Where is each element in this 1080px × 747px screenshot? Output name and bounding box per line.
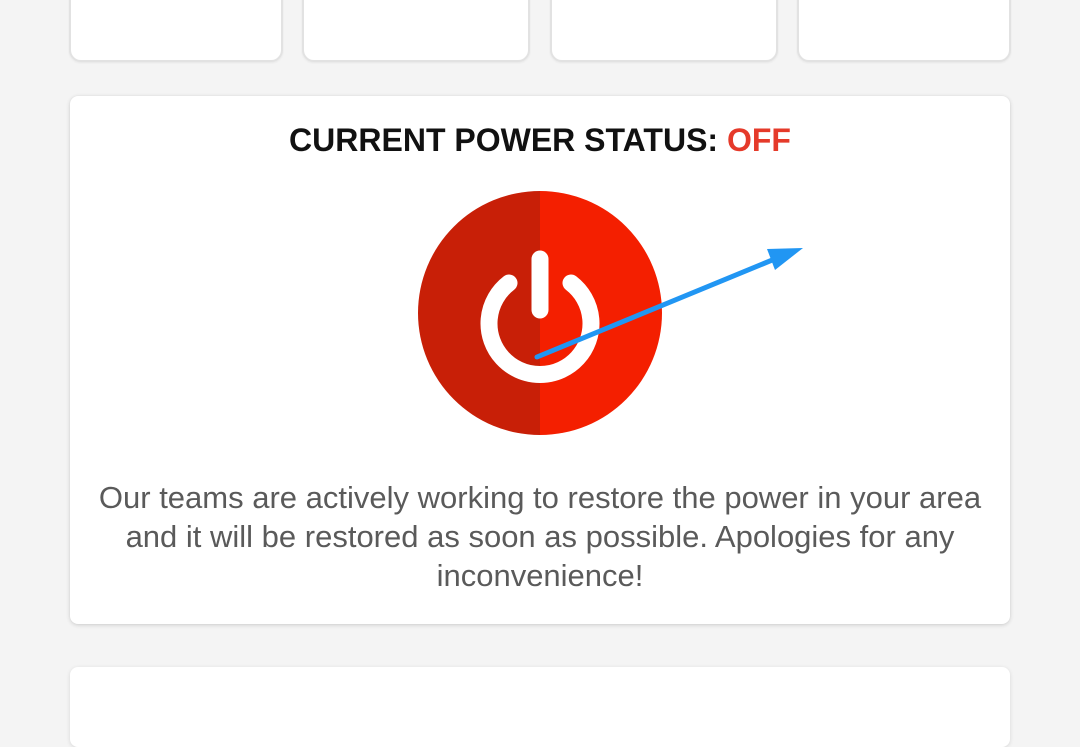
power-status-card: CURRENT POWER STATUS: OFF Our teams are …: [70, 96, 1010, 624]
summary-tile-1[interactable]: [69, 0, 283, 62]
power-status-graphic: [418, 191, 803, 435]
arrow-icon-head: [767, 248, 803, 270]
summary-tile-3[interactable]: [550, 0, 778, 62]
power-icon: [418, 191, 662, 435]
power-status-message: Our teams are actively working to restor…: [98, 480, 982, 593]
next-info-card: [70, 667, 1010, 747]
summary-tile-4[interactable]: [797, 0, 1011, 62]
summary-tile-2[interactable]: [302, 0, 530, 62]
